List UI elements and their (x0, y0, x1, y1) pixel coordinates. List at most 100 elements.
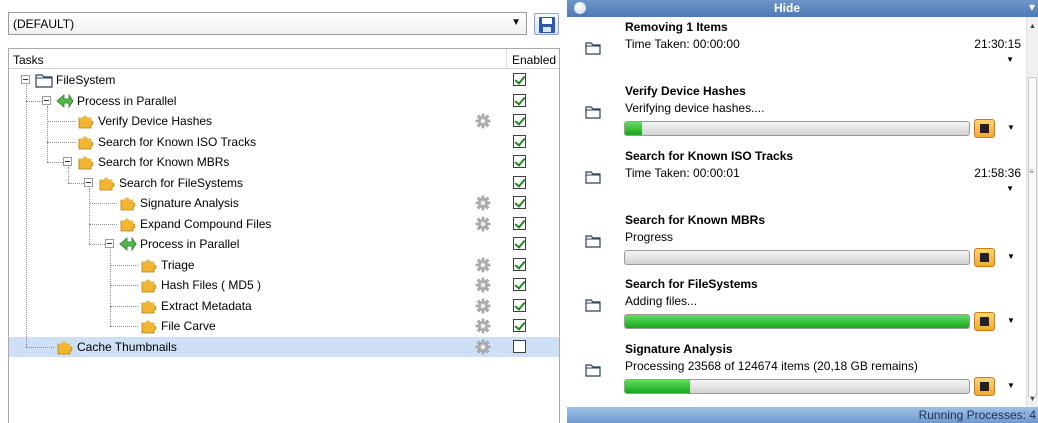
expand-chevron-icon[interactable]: ▼ (1007, 316, 1015, 325)
profile-dropdown-value: (DEFAULT) (13, 17, 75, 31)
collapse-toggle-icon[interactable] (105, 239, 114, 248)
tree-row[interactable]: Cache Thumbnails (9, 336, 559, 357)
tree-connector-line (47, 105, 48, 162)
puzzle-icon (77, 134, 95, 150)
tree-row[interactable]: Search for Known MBRs (9, 152, 559, 172)
settings-gear-icon[interactable] (475, 277, 491, 293)
process-panel-header[interactable]: Hide ▾ (567, 0, 1038, 17)
scrollbar-thumb[interactable] (1028, 77, 1037, 397)
process-title: Search for Known MBRs (625, 212, 766, 227)
expand-chevron-icon[interactable]: ▼ (1006, 184, 1014, 193)
scroll-down-arrow-icon[interactable]: ▼ (1029, 396, 1036, 403)
tree-connector-line (110, 249, 111, 326)
floppy-disk-icon (539, 17, 555, 33)
process-list-scrollbar[interactable]: ▲ ≡ ▼ (1026, 17, 1038, 407)
enabled-checkbox[interactable] (513, 155, 526, 168)
column-header-tasks[interactable]: Tasks (13, 53, 44, 67)
puzzle-icon (140, 318, 158, 334)
stop-process-button[interactable] (974, 119, 995, 139)
settings-gear-icon[interactable] (475, 339, 491, 355)
expand-chevron-icon[interactable]: ▼ (1006, 55, 1014, 64)
enabled-checkbox[interactable] (513, 73, 526, 86)
settings-gear-icon[interactable] (475, 216, 491, 232)
collapse-chevron-icon[interactable]: ▾ (1029, 0, 1035, 14)
tree-row[interactable]: FileSystem (9, 70, 559, 90)
settings-gear-icon[interactable] (475, 113, 491, 129)
settings-gear-icon[interactable] (475, 318, 491, 334)
progress-fill (625, 379, 691, 393)
stop-process-button[interactable] (974, 376, 995, 396)
enabled-checkbox[interactable] (513, 237, 526, 250)
process-item[interactable]: Search for Known MBRs Progress ▼ (567, 210, 1026, 274)
enabled-checkbox[interactable] (513, 339, 526, 353)
column-header-enabled[interactable]: Enabled (512, 53, 556, 67)
collapse-toggle-icon[interactable] (21, 75, 30, 84)
profile-dropdown[interactable]: (DEFAULT) ▼ (8, 12, 527, 35)
stop-process-button[interactable] (974, 312, 995, 332)
tree-row-label: Process in Parallel (77, 93, 177, 108)
save-profile-button[interactable] (534, 13, 559, 35)
enabled-checkbox[interactable] (513, 278, 526, 291)
tree-row[interactable]: Hash Files ( MD5 ) (9, 275, 559, 295)
settings-gear-icon[interactable] (475, 257, 491, 273)
process-item[interactable]: Search for Known ISO Tracks Time Taken: 0… (567, 146, 1026, 210)
enabled-checkbox[interactable] (513, 196, 526, 209)
puzzle-icon (98, 175, 116, 191)
tree-connector-line (47, 162, 63, 163)
settings-gear-icon[interactable] (475, 195, 491, 211)
stop-process-button[interactable] (974, 247, 995, 267)
enabled-checkbox[interactable] (513, 257, 526, 271)
process-item[interactable]: Search for FileSystems Adding files... ▼ (567, 274, 1026, 338)
tree-connector-line (68, 182, 84, 184)
process-item[interactable]: Verify Device Hashes Verifying device has… (567, 81, 1026, 145)
scrollbar-grip-icon: ≡ (1029, 167, 1034, 176)
process-title: Search for FileSystems (625, 277, 758, 292)
tree-row[interactable]: File Carve (9, 316, 559, 336)
enabled-checkbox[interactable] (513, 134, 526, 148)
process-item[interactable]: Removing 1 Items Time Taken: 00:00:00 21:3… (567, 17, 1026, 81)
tree-connector-line (110, 326, 138, 327)
tree-connector-line (110, 285, 138, 286)
tree-row-label: FileSystem (56, 73, 116, 87)
enabled-checkbox[interactable] (513, 175, 526, 189)
enabled-checkbox[interactable] (513, 319, 526, 332)
tree-connector-line (26, 100, 42, 102)
enabled-checkbox[interactable] (513, 93, 526, 107)
scroll-up-arrow-icon[interactable]: ▲ (1029, 23, 1036, 30)
puzzle-icon (56, 339, 74, 355)
collapse-toggle-icon[interactable] (84, 177, 93, 187)
enabled-checkbox[interactable] (513, 114, 526, 127)
expand-chevron-icon[interactable]: ▼ (1007, 381, 1015, 390)
tree-row-label: Process in Parallel (140, 237, 240, 251)
settings-gear-icon[interactable] (475, 298, 491, 314)
process-status: Time Taken: 00:00:01 (625, 165, 740, 180)
collapse-toggle-icon[interactable] (42, 95, 51, 105)
process-panel: Hide ▾ Removing 1 Items Time Taken: 00:00… (567, 0, 1038, 423)
process-time: 21:58:36 (974, 165, 1021, 180)
tree-connector-line (110, 264, 138, 266)
enabled-checkbox[interactable] (513, 298, 526, 312)
tree-row[interactable]: Verify Device Hashes (9, 111, 559, 131)
tree-row[interactable]: Process in Parallel (9, 91, 559, 111)
running-processes-count: Running Processes: 4 (918, 408, 1036, 422)
enabled-checkbox[interactable] (513, 216, 526, 230)
tree-connector-line (47, 141, 75, 143)
hide-button[interactable]: Hide (567, 1, 1007, 15)
tree-row[interactable]: Extract Metadata (9, 296, 559, 316)
tree-row-label: Extract Metadata (161, 298, 252, 313)
tree-row[interactable]: Search for Known ISO Tracks (9, 132, 559, 152)
tree-row-label: Expand Compound Files (140, 216, 272, 231)
progress-fill (625, 315, 969, 329)
tree-connector-line (89, 223, 117, 225)
collapse-toggle-icon[interactable] (63, 157, 72, 166)
folder-icon (585, 41, 601, 58)
tree-row[interactable]: Triage (9, 255, 559, 275)
process-status: Processing 23568 of 124674 items (20,18 … (625, 358, 918, 373)
expand-chevron-icon[interactable]: ▼ (1007, 123, 1015, 132)
tree-row[interactable]: Search for FileSystems (9, 173, 559, 193)
progress-bar (624, 249, 970, 265)
process-item[interactable]: Signature Analysis Processing 23568 of 12… (567, 339, 1026, 403)
column-divider (506, 49, 507, 69)
process-title: Search for Known ISO Tracks (625, 148, 794, 163)
expand-chevron-icon[interactable]: ▼ (1007, 252, 1015, 261)
